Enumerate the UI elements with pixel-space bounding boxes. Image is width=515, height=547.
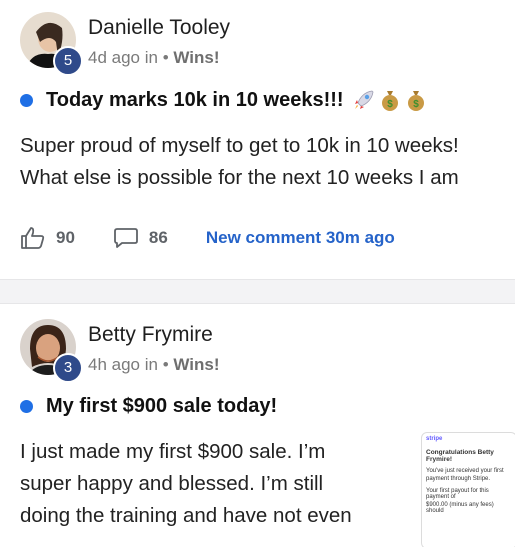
unread-dot-icon — [20, 400, 33, 413]
thumbnail-heading: Congratulations Betty Frymire! — [426, 449, 494, 463]
post-body-line: I just made my first $900 sale. I’m — [20, 440, 326, 463]
author-name[interactable]: Danielle Tooley — [88, 16, 230, 40]
category-separator: • — [162, 48, 174, 67]
post-body-line: doing the training and have not even — [20, 504, 352, 527]
post-card[interactable]: 3 Betty Frymire 4h ago in • Wins! My fir… — [0, 304, 515, 547]
post-title-row[interactable]: Today marks 10k in 10 weeks!!! $ $ — [20, 88, 428, 112]
post-body-line: What else is possible for the next 10 we… — [20, 166, 459, 189]
comment-icon — [114, 228, 138, 248]
thumbnail-brand: stripe — [426, 436, 443, 442]
post-divider — [0, 279, 515, 304]
like-count: 90 — [56, 228, 75, 247]
post-body-line: Super proud of myself to get to 10k in 1… — [20, 134, 459, 157]
post-meta: 4h ago in • Wins! — [88, 355, 220, 375]
post-time: 4h ago in — [88, 355, 158, 374]
comment-count: 86 — [148, 228, 168, 247]
author-name[interactable]: Betty Frymire — [88, 323, 213, 347]
post-time: 4d ago in — [88, 48, 158, 67]
level-badge: 3 — [53, 353, 83, 383]
comment-button[interactable]: 86 — [113, 226, 168, 250]
post-actions: 90 86 New comment 30m ago — [20, 226, 395, 250]
thumbnail-line: You've just received your first — [426, 468, 504, 474]
post-body-line: super happy and blessed. I’m still — [20, 472, 324, 495]
rocket-icon — [354, 90, 373, 109]
svg-text:$: $ — [387, 99, 393, 110]
unread-dot-icon — [20, 93, 33, 107]
like-button[interactable]: 90 — [20, 226, 75, 250]
thumbnail-line: Your first payout for this payment of — [426, 488, 489, 500]
post-meta: 4d ago in • Wins! — [88, 48, 220, 68]
emoji-group: $ $ — [352, 88, 428, 112]
thumbnail-line: payment through Stripe. — [426, 476, 491, 482]
post-category[interactable]: Wins! — [173, 355, 219, 374]
post-body[interactable]: Super proud of myself to get to 10k in 1… — [20, 130, 459, 194]
post-title-row[interactable]: My first $900 sale today! — [20, 395, 277, 418]
thumbnail-line: $900.00 (minus any fees) should — [426, 502, 494, 514]
post-card[interactable]: 5 Danielle Tooley 4d ago in • Wins! Toda… — [0, 0, 515, 279]
post-body[interactable]: I just made my first $900 sale. I’m supe… — [20, 436, 352, 532]
money-bag-icon: $ — [407, 91, 424, 111]
post-title[interactable]: Today marks 10k in 10 weeks!!! — [46, 89, 344, 112]
money-bag-icon: $ — [381, 91, 398, 111]
post-attachment-thumbnail[interactable]: stripe Congratulations Betty Frymire! Yo… — [421, 432, 515, 547]
level-badge: 5 — [53, 46, 83, 76]
post-title[interactable]: My first $900 sale today! — [46, 395, 277, 418]
post-category[interactable]: Wins! — [173, 48, 219, 67]
category-separator: • — [162, 355, 174, 374]
svg-text:$: $ — [413, 99, 419, 110]
new-comment-link[interactable]: New comment 30m ago — [206, 228, 395, 248]
thumbs-up-icon — [21, 227, 45, 249]
